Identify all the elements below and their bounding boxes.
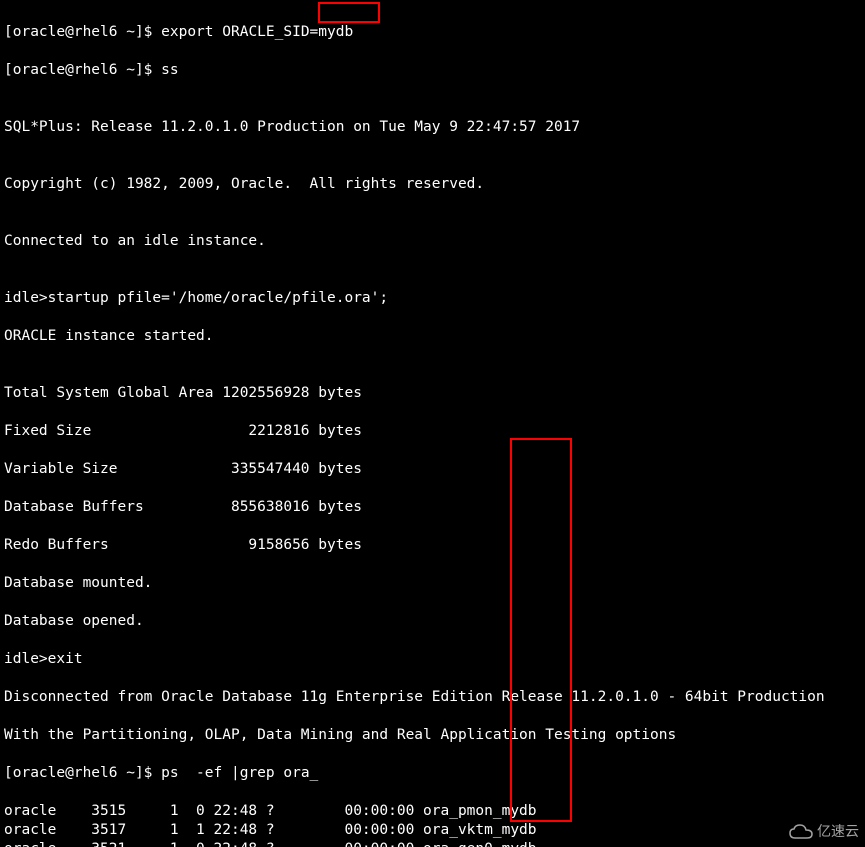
shell-prompt: [oracle@rhel6 ~]$ — [4, 62, 161, 78]
watermark: 亿速云 — [789, 822, 859, 841]
disconnect-line1: Disconnected from Oracle Database 11g En… — [4, 688, 861, 707]
instance-started: ORACLE instance started. — [4, 327, 861, 346]
line-export: [oracle@rhel6 ~]$ export ORACLE_SID=mydb — [4, 23, 861, 42]
shell-prompt: [oracle@rhel6 ~]$ — [4, 765, 161, 781]
exit-line: idle>exit — [4, 650, 861, 669]
cmd-startup: startup pfile='/home/oracle/pfile.ora'; — [48, 290, 388, 306]
db-opened: Database opened. — [4, 612, 861, 631]
watermark-text: 亿速云 — [817, 822, 859, 841]
db-mounted: Database mounted. — [4, 574, 861, 593]
sga-variable: Variable Size 335547440 bytes — [4, 460, 861, 479]
idle-prompt: idle> — [4, 290, 48, 306]
sga-fixed: Fixed Size 2212816 bytes — [4, 422, 861, 441]
sga-total: Total System Global Area 1202556928 byte… — [4, 384, 861, 403]
sga-dbbuffers: Database Buffers 855638016 bytes — [4, 498, 861, 517]
process-row: oracle 3521 1 0 22:48 ? 00:00:00 ora_gen… — [4, 840, 861, 847]
cmd-export: export ORACLE_SID=mydb — [161, 24, 353, 40]
process-list: oracle 3515 1 0 22:48 ? 00:00:00 ora_pmo… — [4, 802, 861, 847]
sqlplus-banner: SQL*Plus: Release 11.2.0.1.0 Production … — [4, 118, 861, 137]
cloud-icon — [789, 824, 813, 840]
cmd-ss: ss — [161, 62, 178, 78]
shell-prompt: [oracle@rhel6 ~]$ — [4, 24, 161, 40]
idle-prompt: idle> — [4, 651, 48, 667]
disconnect-line2: With the Partitioning, OLAP, Data Mining… — [4, 726, 861, 745]
process-row: oracle 3517 1 1 22:48 ? 00:00:00 ora_vkt… — [4, 821, 861, 840]
line-ps: [oracle@rhel6 ~]$ ps -ef |grep ora_ — [4, 764, 861, 783]
connected-line: Connected to an idle instance. — [4, 232, 861, 251]
terminal-output[interactable]: [oracle@rhel6 ~]$ export ORACLE_SID=mydb… — [0, 0, 865, 847]
startup-line: idle>startup pfile='/home/oracle/pfile.o… — [4, 289, 861, 308]
copyright-line: Copyright (c) 1982, 2009, Oracle. All ri… — [4, 175, 861, 194]
process-row: oracle 3515 1 0 22:48 ? 00:00:00 ora_pmo… — [4, 802, 861, 821]
cmd-exit: exit — [48, 651, 83, 667]
cmd-ps: ps -ef |grep ora_ — [161, 765, 318, 781]
line-ss: [oracle@rhel6 ~]$ ss — [4, 61, 861, 80]
sga-redo: Redo Buffers 9158656 bytes — [4, 536, 861, 555]
